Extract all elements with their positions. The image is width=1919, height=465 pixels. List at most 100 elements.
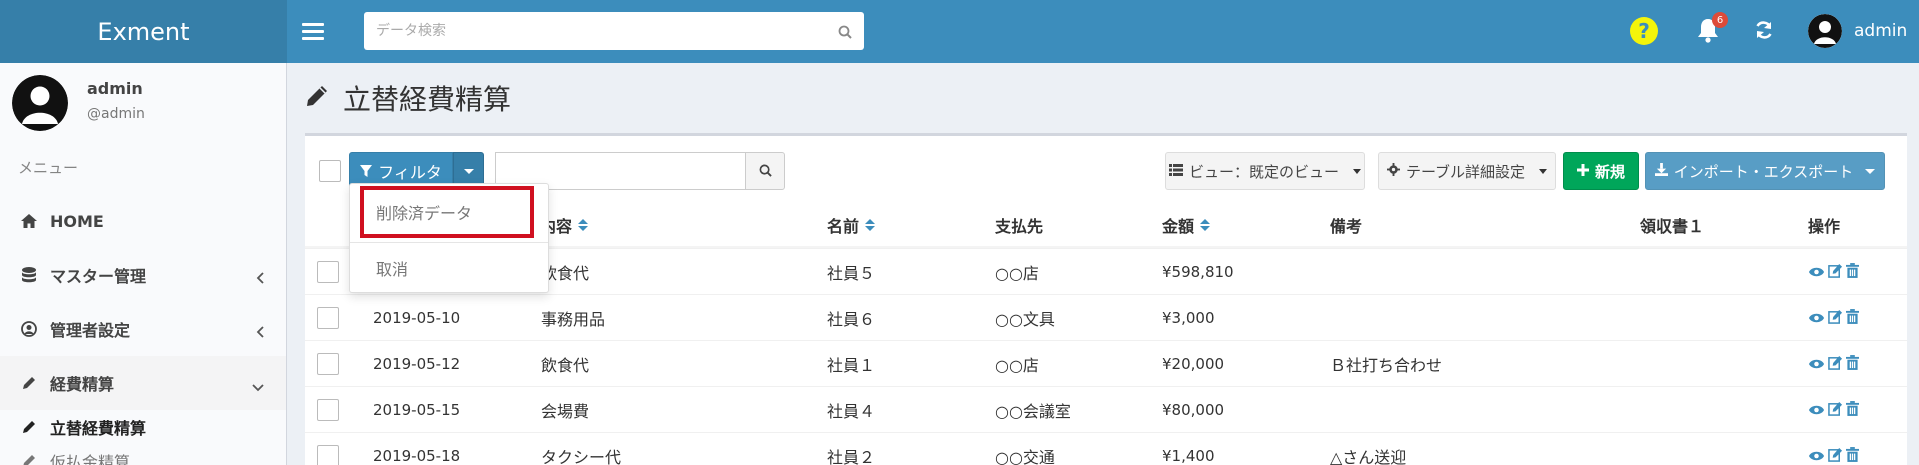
edit-icon[interactable] <box>1828 355 1843 374</box>
sort-icon[interactable] <box>578 219 589 231</box>
view-icon[interactable] <box>1808 309 1825 328</box>
sidebar: admin @admin メニュー HOME マスター管理 管理者設定 経費精算 <box>0 63 287 465</box>
edit-icon[interactable] <box>1828 401 1843 420</box>
view-icon[interactable] <box>1808 401 1825 420</box>
row-checkbox[interactable] <box>317 399 339 421</box>
column-header-actions: 操作 <box>1808 202 1840 248</box>
select-all-checkbox[interactable] <box>319 160 341 182</box>
cell-name: 社員２ <box>827 448 876 465</box>
cell-name: 社員５ <box>827 264 876 283</box>
trash-icon[interactable] <box>1846 308 1859 328</box>
user-circle-icon <box>20 321 38 337</box>
cell-amount: ¥20,000 <box>1162 355 1225 373</box>
sidebar-user-name: admin <box>87 79 143 98</box>
global-search <box>364 12 864 50</box>
chevron-left-icon <box>256 323 264 342</box>
user-menu[interactable]: admin <box>1808 14 1907 48</box>
page-title-text: 立替経費精算 <box>343 83 512 116</box>
cell-date: 2019-05-10 <box>373 309 461 327</box>
search-icon[interactable] <box>838 24 852 43</box>
edit-icon[interactable] <box>1828 309 1843 328</box>
view-select-button[interactable]: ビュー：既定のビュー <box>1165 152 1365 190</box>
sort-icon[interactable] <box>1200 219 1211 231</box>
view-icon[interactable] <box>1808 263 1825 282</box>
caret-down-icon <box>1353 168 1361 174</box>
caret-down-icon <box>1865 168 1876 174</box>
import-export-button[interactable]: インポート・エクスポート <box>1645 152 1885 190</box>
sidebar-item-admin-settings[interactable]: 管理者設定 <box>0 302 286 356</box>
download-icon <box>1654 162 1668 180</box>
row-actions <box>1808 341 1859 387</box>
sidebar-item-label: 経費精算 <box>50 375 115 394</box>
view-icon[interactable] <box>1808 355 1825 374</box>
avatar <box>1808 14 1842 48</box>
sidebar-item-label: マスター管理 <box>50 267 147 286</box>
row-actions <box>1808 387 1859 433</box>
cell-name: 社員６ <box>827 310 876 329</box>
column-header-amount[interactable]: 金額 <box>1162 202 1211 248</box>
plus-icon <box>1576 162 1589 180</box>
sidebar-item-label: HOME <box>50 211 104 231</box>
app-logo[interactable]: Exment <box>0 0 287 63</box>
row-actions <box>1808 433 1859 465</box>
table-settings-button[interactable]: テーブル詳細設定 <box>1378 152 1556 190</box>
row-checkbox[interactable] <box>317 307 339 329</box>
quick-search-button[interactable] <box>745 152 785 190</box>
filter-dropdown-menu: 削除済データ 取消 <box>349 183 549 293</box>
pencil-icon <box>22 420 40 434</box>
pencil-icon <box>22 454 40 465</box>
row-checkbox[interactable] <box>317 445 339 465</box>
column-header-receipt: 領収書１ <box>1640 202 1704 248</box>
cell-payee: ○○店 <box>995 356 1039 375</box>
list-icon <box>1168 162 1183 180</box>
column-header-label: 金額 <box>1162 217 1195 236</box>
edit-icon[interactable] <box>1828 447 1843 465</box>
column-header-name[interactable]: 名前 <box>827 202 876 248</box>
sidebar-subitem-advance[interactable]: 仮払金精算 <box>0 444 286 465</box>
cell-name: 社員４ <box>827 402 876 421</box>
search-icon <box>759 162 772 181</box>
sidebar-item-home[interactable]: HOME <box>0 194 286 248</box>
table-row: 2019-05-15 会場費 社員４ ○○会議室 ¥80,000 <box>305 386 1907 432</box>
cell-payee: ○○文具 <box>995 310 1055 329</box>
top-navbar: Exment ? 6 admin <box>0 0 1919 63</box>
cell-amount: ¥80,000 <box>1162 401 1225 419</box>
dropdown-item-cancel[interactable]: 取消 <box>350 250 548 286</box>
sort-icon[interactable] <box>865 219 876 231</box>
sidebar-toggle-icon[interactable] <box>302 18 324 44</box>
global-search-input[interactable] <box>364 12 814 50</box>
edit-icon[interactable] <box>1828 263 1843 282</box>
sidebar-item-expense[interactable]: 経費精算 <box>0 356 286 410</box>
page-title: 立替経費精算 <box>305 78 511 118</box>
view-icon[interactable] <box>1808 447 1825 465</box>
sidebar-item-master[interactable]: マスター管理 <box>0 248 286 302</box>
dropdown-item-deleted-data[interactable]: 削除済データ <box>350 194 548 230</box>
row-actions <box>1808 249 1859 295</box>
help-icon[interactable]: ? <box>1630 17 1658 45</box>
cell-date: 2019-05-18 <box>373 447 461 465</box>
column-header-payee: 支払先 <box>995 202 1043 248</box>
column-header-label: 名前 <box>827 217 860 236</box>
sidebar-subitem-reimbursement[interactable]: 立替経費精算 <box>0 410 286 444</box>
row-checkbox[interactable] <box>317 261 339 283</box>
cell-content: タクシー代 <box>541 448 622 465</box>
new-label: 新規 <box>1594 162 1625 181</box>
new-button[interactable]: 新規 <box>1563 152 1639 190</box>
filter-label: フィルタ <box>378 163 442 182</box>
menu-header: メニュー <box>18 159 79 177</box>
trash-icon[interactable] <box>1846 400 1859 420</box>
trash-icon[interactable] <box>1846 354 1859 374</box>
cell-amount: ¥1,400 <box>1162 447 1215 465</box>
table-row: 2019-05-12 飲食代 社員１ ○○店 ¥20,000 Ｂ社打ち合わせ <box>305 340 1907 386</box>
row-checkbox[interactable] <box>317 353 339 375</box>
notification-badge: 6 <box>1712 12 1728 28</box>
table-settings-label: テーブル詳細設定 <box>1405 162 1526 181</box>
trash-icon[interactable] <box>1846 446 1859 465</box>
column-header-label: 操作 <box>1808 217 1841 236</box>
trash-icon[interactable] <box>1846 262 1859 282</box>
refresh-icon[interactable] <box>1754 20 1774 44</box>
pencil-icon <box>20 376 38 390</box>
cell-content: 会場費 <box>541 402 590 421</box>
sidebar-user-handle: @admin <box>87 106 145 122</box>
cell-payee: ○○交通 <box>995 448 1055 465</box>
